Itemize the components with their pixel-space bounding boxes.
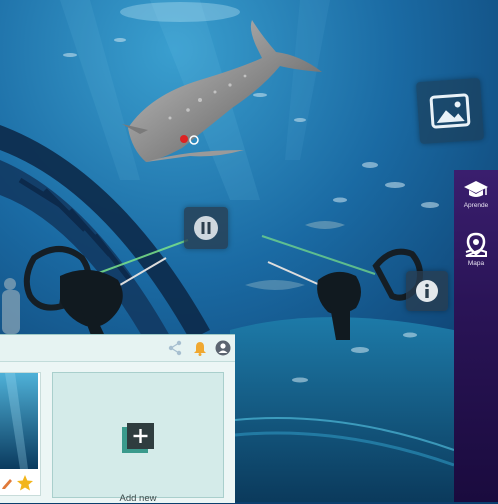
edit-icon[interactable]	[1, 476, 13, 490]
thumbnail-image	[0, 373, 38, 469]
star-icon[interactable]	[16, 474, 34, 492]
content-panel: Add new	[0, 334, 235, 504]
info-button[interactable]	[406, 271, 448, 311]
share-icon	[168, 340, 182, 356]
content-thumbnail-card[interactable]	[0, 372, 41, 496]
sidebar-item-label: Mapa	[467, 260, 485, 267]
info-icon	[416, 280, 438, 302]
pause-button[interactable]	[184, 207, 228, 249]
graduation-cap-icon	[464, 181, 488, 197]
image-gallery-button[interactable]	[415, 77, 485, 145]
user-icon	[215, 340, 231, 356]
add-new-card[interactable]: Add new	[52, 372, 224, 504]
sidebar-item-aprende[interactable]: Aprende	[454, 178, 498, 228]
share-button[interactable]	[166, 339, 184, 357]
bell-icon	[194, 342, 206, 356]
sidebar-item-label: Aprende	[463, 202, 489, 209]
notifications-button[interactable]	[191, 339, 209, 357]
right-sidebar: Aprende Mapa	[454, 170, 498, 502]
user-profile-button[interactable]	[214, 339, 232, 357]
plus-icon	[122, 423, 154, 453]
map-pin-icon	[465, 232, 487, 257]
sidebar-item-mapa[interactable]: Mapa	[454, 232, 498, 282]
thumbnail-actions	[0, 471, 40, 495]
image-icon	[429, 93, 471, 129]
panel-toolbar	[0, 335, 235, 362]
pause-icon	[194, 216, 218, 240]
add-new-label: Add new	[119, 493, 157, 504]
